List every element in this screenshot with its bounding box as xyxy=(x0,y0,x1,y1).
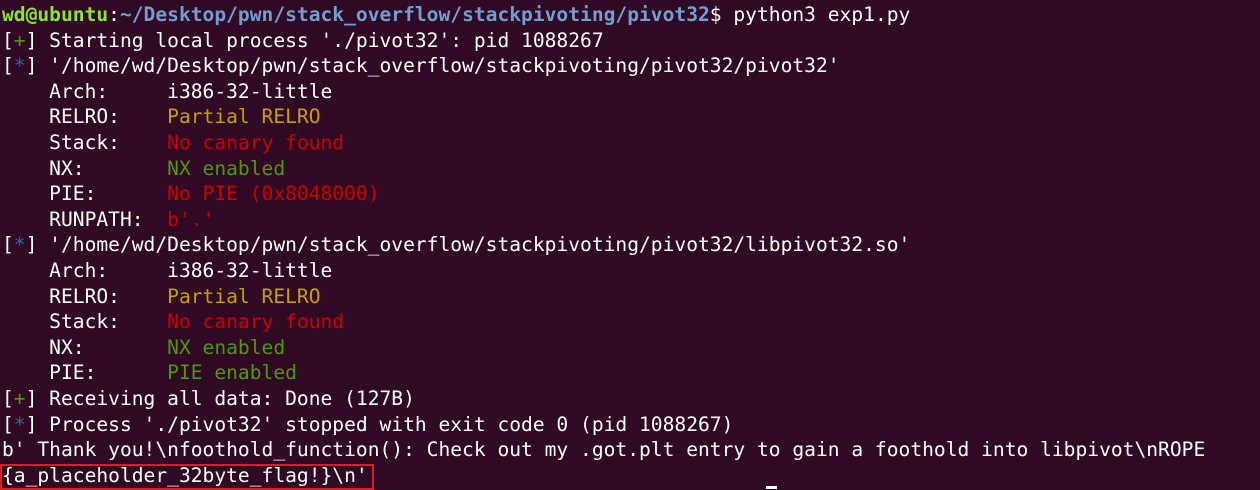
log-line: [*] '/home/wd/Desktop/pwn/stack_overflow… xyxy=(2,54,840,78)
prompt-line: wd@ubuntu:~/Desktop/pwn/stack_overflow/s… xyxy=(2,3,911,26)
status-star-icon: * xyxy=(13,233,26,257)
checksec-arch: Arch: i386-32-little xyxy=(2,79,333,103)
checksec-stack: Stack: No canary found xyxy=(2,130,345,154)
program-output: b' Thank you!\nfoothold_function(): Chec… xyxy=(2,438,1206,462)
flag-highlight-box: {a_placeholder_32byte_flag!}\n' xyxy=(0,463,374,490)
checksec-arch: Arch: i386-32-little xyxy=(2,258,333,282)
terminal-window[interactable]: wd@ubuntu:~/Desktop/pwn/stack_overflow/s… xyxy=(0,0,1260,490)
checksec-pie: PIE: PIE enabled xyxy=(2,361,297,385)
checksec-nx: NX: NX enabled xyxy=(2,156,286,180)
checksec-relro: RELRO: Partial RELRO xyxy=(2,284,321,308)
prompt-command: python3 exp1.py xyxy=(721,3,911,26)
text-cursor xyxy=(766,486,777,489)
status-star-icon: * xyxy=(13,54,26,78)
log-line: [+] Starting local process './pivot32': … xyxy=(2,28,604,52)
checksec-runpath: RUNPATH: b'.' xyxy=(2,207,215,231)
flag-output-line: {a_placeholder_32byte_flag!}\n' xyxy=(0,463,1260,490)
log-line: [*] '/home/wd/Desktop/pwn/stack_overflow… xyxy=(2,233,911,257)
prompt-symbol: $ xyxy=(709,3,722,26)
checksec-pie: PIE: No PIE (0x8048000) xyxy=(2,182,380,206)
status-star-icon: * xyxy=(13,412,26,436)
checksec-stack: Stack: No canary found xyxy=(2,310,345,334)
prompt-user: wd@ubuntu xyxy=(2,3,109,26)
status-plus-icon: + xyxy=(13,386,26,410)
log-line: [*] Process './pivot32' stopped with exi… xyxy=(2,412,734,436)
status-plus-icon: + xyxy=(13,28,26,52)
checksec-nx: NX: NX enabled xyxy=(2,335,286,359)
log-line: [+] Receiving all data: Done (127B) xyxy=(2,386,415,410)
checksec-relro: RELRO: Partial RELRO xyxy=(2,105,321,129)
prompt-path: ~/Desktop/pwn/stack_overflow/stackpivoti… xyxy=(119,3,710,26)
